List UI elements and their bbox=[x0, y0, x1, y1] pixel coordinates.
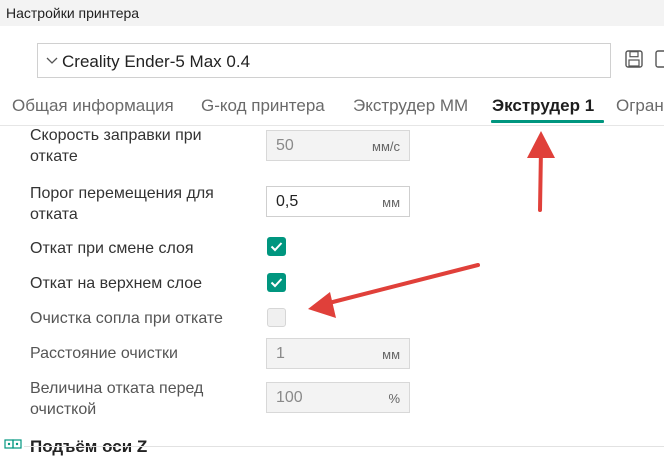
tab-limits[interactable]: Огран bbox=[616, 96, 664, 116]
settings-tab-bar: Общая информация G-код принтера Экструде… bbox=[0, 96, 664, 122]
retract-top-layer-label: Откат на верхнем слое bbox=[30, 275, 203, 292]
arrow-to-wipe-checkbox bbox=[308, 263, 480, 318]
travel-threshold-field[interactable]: 0,5 мм bbox=[266, 186, 410, 217]
wipe-distance-unit: мм bbox=[382, 347, 400, 362]
printer-preset-dropdown[interactable]: Creality Ender-5 Max 0.4 bbox=[37, 43, 611, 78]
travel-threshold-label: Порог перемещения для отката bbox=[30, 183, 214, 225]
retract-before-wipe-unit: % bbox=[388, 391, 400, 406]
refill-speed-field[interactable]: 50 мм/с bbox=[266, 130, 410, 161]
retract-before-wipe-label-line1: Величина отката перед bbox=[30, 380, 204, 397]
travel-threshold-label-line1: Порог перемещения для bbox=[30, 185, 214, 202]
travel-threshold-unit: мм bbox=[382, 195, 400, 210]
checkmark-icon bbox=[270, 278, 283, 288]
retract-layer-change-label: Откат при смене слоя bbox=[30, 240, 194, 257]
title-bar: Настройки принтера bbox=[0, 0, 664, 26]
refill-speed-label: Скорость заправки при откате bbox=[30, 125, 202, 167]
checkmark-icon bbox=[270, 242, 283, 252]
wipe-distance-value: 1 bbox=[276, 345, 285, 362]
active-tab-indicator bbox=[491, 120, 604, 123]
wipe-on-retract-checkbox[interactable] bbox=[267, 308, 286, 327]
chevron-down-icon bbox=[46, 57, 58, 64]
tab-extruder-mm[interactable]: Экструдер ММ bbox=[353, 96, 468, 116]
travel-threshold-value: 0,5 bbox=[276, 193, 299, 210]
arrow-to-extruder-tab bbox=[527, 131, 555, 212]
retract-before-wipe-field[interactable]: 100 % bbox=[266, 382, 410, 413]
save-icon[interactable] bbox=[624, 49, 644, 69]
z-hop-section-title: Подъём оси Z bbox=[30, 437, 148, 456]
retract-top-layer-checkbox[interactable] bbox=[267, 273, 286, 292]
z-hop-section-icon bbox=[4, 439, 22, 449]
tab-extruder-1[interactable]: Экструдер 1 bbox=[492, 96, 594, 116]
overflow-icon[interactable] bbox=[654, 49, 664, 69]
retract-before-wipe-label: Величина отката перед очисткой bbox=[30, 378, 203, 420]
tab-general[interactable]: Общая информация bbox=[12, 96, 174, 116]
wipe-distance-field[interactable]: 1 мм bbox=[266, 338, 410, 369]
section-divider bbox=[24, 446, 664, 447]
wipe-distance-label: Расстояние очистки bbox=[30, 345, 178, 362]
retract-layer-change-checkbox[interactable] bbox=[267, 237, 286, 256]
refill-speed-unit: мм/с bbox=[372, 139, 400, 154]
tab-printer-gcode[interactable]: G-код принтера bbox=[201, 96, 325, 116]
refill-speed-value: 50 bbox=[276, 137, 294, 154]
printer-preset-value: Creality Ender-5 Max 0.4 bbox=[62, 52, 251, 71]
window-title: Настройки принтера bbox=[6, 5, 140, 21]
retract-before-wipe-value: 100 bbox=[276, 389, 303, 406]
retract-before-wipe-label-line2: очисткой bbox=[30, 401, 97, 418]
refill-speed-label-line2: откате bbox=[30, 148, 78, 165]
travel-threshold-label-line2: отката bbox=[30, 206, 78, 223]
refill-speed-label-line1: Скорость заправки при bbox=[30, 127, 202, 144]
wipe-on-retract-label: Очистка сопла при откате bbox=[30, 310, 223, 327]
